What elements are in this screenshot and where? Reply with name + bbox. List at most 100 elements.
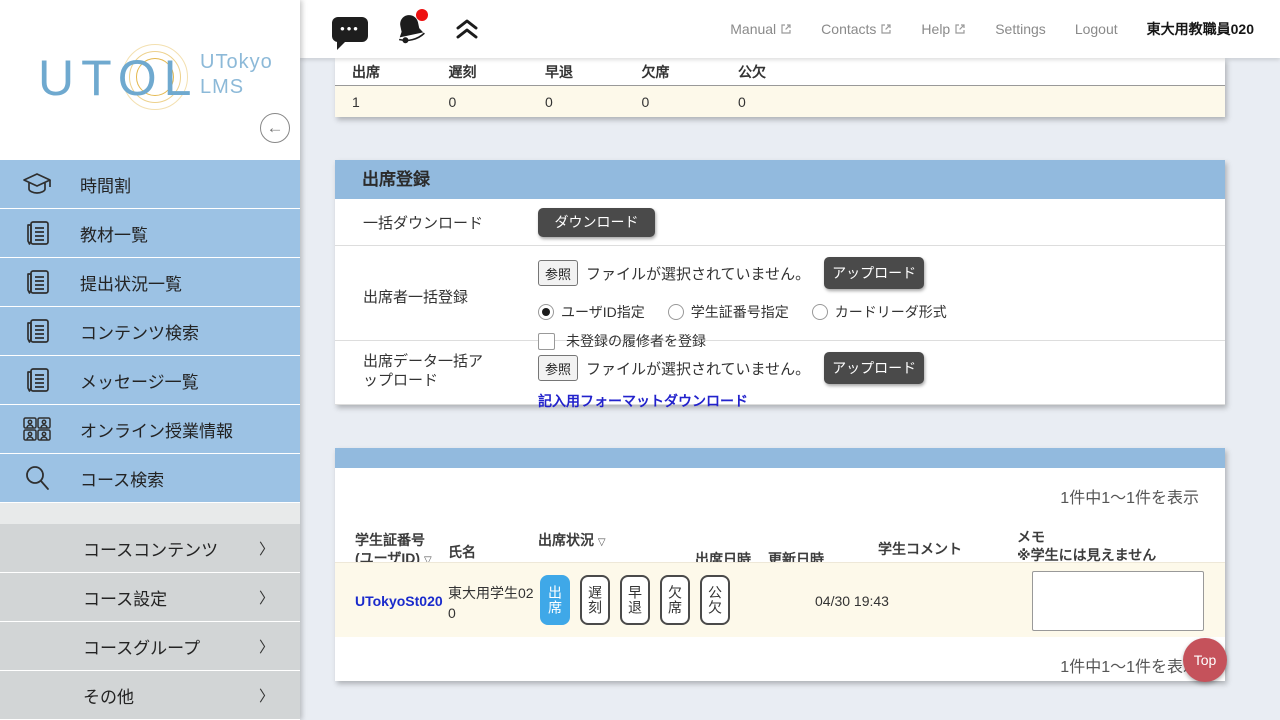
status-present-button[interactable]: 出席 [540, 575, 570, 625]
topbar-links: Manual Contacts Help Settings Logout 東大用… [730, 0, 1254, 58]
pagination-info-top: 1件中1〜1件を表示 [1060, 484, 1199, 508]
logged-in-user: 東大用教職員020 [1147, 19, 1254, 39]
radio-label: カードリーダ形式 [835, 302, 947, 322]
students-table-header-bar [335, 448, 1225, 468]
radio-card-reader[interactable] [812, 304, 828, 320]
sidebar-item-online-class-info[interactable]: オンライン授業情報 [0, 405, 300, 454]
student-row: UTokyoSt020 東大用学生020 出席 遅刻 早退 欠席 公欠 04/3… [335, 562, 1225, 637]
status-late-button[interactable]: 遅刻 [580, 575, 610, 625]
summary-header-row: 出席 遅刻 早退 欠席 公欠 [335, 58, 1225, 86]
sidebar-collapse-button[interactable]: ← [260, 113, 290, 143]
sidebar-item-submission-status[interactable]: 提出状況一覧 [0, 258, 300, 307]
back-arrow-icon: ← [267, 118, 284, 137]
status-absent-button[interactable]: 欠席 [660, 575, 690, 625]
scroll-to-top-button[interactable]: Top [1183, 638, 1227, 682]
attendance-register-panel: 出席登録 一括ダウンロード ダウンロード 出席者一括登録 参照 ファイルが選択さ… [335, 160, 1225, 405]
sidebar-item-label: 提出状況一覧 [80, 270, 182, 295]
summary-header: 公欠 [721, 62, 818, 82]
upload-button[interactable]: アップロード [824, 257, 924, 289]
students-table-footer: 1件中1〜1件を表示 [335, 637, 1225, 681]
topbar-icons: ••• [332, 0, 480, 58]
attendee-bulk-register-row: 出席者一括登録 参照 ファイルが選択されていません。 アップロード ユーザID指… [335, 246, 1225, 341]
sidebar-subitem-label: コースグループ [83, 634, 259, 659]
help-link[interactable]: Help [921, 21, 966, 37]
external-link-icon [954, 23, 966, 35]
column-header-name: 氏名 [448, 543, 476, 561]
summary-header: 出席 [335, 62, 432, 82]
topbar: ••• Manual [300, 0, 1280, 58]
online-class-icon [20, 416, 54, 442]
status-excused-button[interactable]: 公欠 [700, 575, 730, 625]
pagination-info-bottom: 1件中1〜1件を表示 [1060, 653, 1199, 677]
student-name: 東大用学生020 [448, 583, 536, 624]
course-search-icon [20, 464, 54, 492]
materials-icon [20, 219, 54, 247]
upload-button[interactable]: アップロード [824, 352, 924, 384]
notification-badge [416, 9, 428, 21]
sidebar-item-content-search[interactable]: コンテンツ検索 [0, 307, 300, 356]
radio-label: ユーザID指定 [561, 302, 645, 322]
utol-logo: UTOL UTokyo LMS [38, 40, 278, 120]
student-id-link[interactable]: UTokyoSt020 [355, 593, 443, 609]
file-status-text: ファイルが選択されていません。 [586, 263, 810, 284]
update-timestamp: 04/30 19:43 [815, 593, 889, 609]
sidebar-item-course-search[interactable]: コース検索 [0, 454, 300, 503]
sidebar-item-course-group[interactable]: コースグループ 〉 [0, 622, 300, 671]
sidebar-subitem-label: コースコンテンツ [83, 536, 259, 561]
summary-header: 欠席 [625, 62, 722, 82]
browse-file-button[interactable]: 参照 [538, 355, 578, 381]
contacts-link[interactable]: Contacts [821, 21, 892, 37]
sidebar-menu: 時間割 教材一覧 提出状況一覧 [0, 160, 300, 720]
browse-file-button[interactable]: 参照 [538, 260, 578, 286]
chevron-right-icon: 〉 [259, 636, 274, 657]
format-download-link[interactable]: 記入用フォーマットダウンロード [538, 391, 748, 411]
radio-user-id[interactable] [538, 304, 554, 320]
row-label: 出席者一括登録 [335, 246, 538, 340]
messages-bubble-icon[interactable]: ••• [332, 17, 368, 42]
attendance-status-buttons: 出席 遅刻 早退 欠席 公欠 [540, 575, 730, 625]
collapse-topbar-icon[interactable] [454, 17, 480, 41]
sort-icon: ▽ [598, 537, 606, 548]
bulk-download-row: 一括ダウンロード ダウンロード [335, 199, 1225, 246]
section-title: 出席登録 [335, 160, 1225, 199]
column-header-comment: 学生コメント [878, 540, 962, 558]
settings-link[interactable]: Settings [995, 21, 1046, 37]
radio-student-card-number[interactable] [668, 304, 684, 320]
sidebar-item-course-contents[interactable]: コースコンテンツ 〉 [0, 524, 300, 573]
sidebar-item-label: コンテンツ検索 [80, 319, 199, 344]
summary-header: 早退 [528, 62, 625, 82]
summary-value: 0 [625, 94, 722, 110]
content-search-icon [20, 317, 54, 345]
chevron-right-icon: 〉 [259, 685, 274, 706]
sidebar-item-others[interactable]: その他 〉 [0, 671, 300, 720]
students-table-panel: 1件中1〜1件を表示 学生証番号 (ユーザID) ▽ 氏名 出席状況 ▽ 出席日… [335, 448, 1225, 681]
memo-textarea[interactable] [1032, 571, 1204, 631]
attendance-summary-table: 出席 遅刻 早退 欠席 公欠 1 0 0 0 0 [335, 58, 1225, 117]
external-link-icon [780, 23, 792, 35]
sidebar-item-timetable[interactable]: 時間割 [0, 160, 300, 209]
summary-value: 0 [432, 94, 529, 110]
manual-link[interactable]: Manual [730, 21, 792, 37]
sidebar-subitem-label: その他 [83, 683, 259, 708]
chevron-right-icon: 〉 [259, 538, 274, 559]
summary-value: 0 [528, 94, 625, 110]
summary-value: 0 [721, 94, 818, 110]
logout-link[interactable]: Logout [1075, 21, 1118, 37]
file-status-text: ファイルが選択されていません。 [586, 358, 810, 379]
download-button[interactable]: ダウンロード [538, 208, 655, 237]
sidebar-divider [0, 503, 300, 524]
messages-icon [20, 366, 54, 394]
sidebar-item-label: メッセージ一覧 [80, 368, 199, 393]
column-header-status[interactable]: 出席状況 ▽ [538, 531, 606, 552]
sidebar-item-label: 時間割 [80, 172, 131, 197]
chevron-right-icon: 〉 [259, 587, 274, 608]
page: UTOL UTokyo LMS ← 時間割 [0, 0, 1280, 720]
sidebar-item-course-settings[interactable]: コース設定 〉 [0, 573, 300, 622]
sidebar-item-materials[interactable]: 教材一覧 [0, 209, 300, 258]
status-left-early-button[interactable]: 早退 [620, 575, 650, 625]
radio-label: 学生証番号指定 [691, 302, 789, 322]
notification-bell-icon[interactable] [394, 11, 428, 47]
row-label: 一括ダウンロード [335, 212, 538, 233]
sidebar-item-label: 教材一覧 [80, 221, 148, 246]
sidebar-item-message-list[interactable]: メッセージ一覧 [0, 356, 300, 405]
